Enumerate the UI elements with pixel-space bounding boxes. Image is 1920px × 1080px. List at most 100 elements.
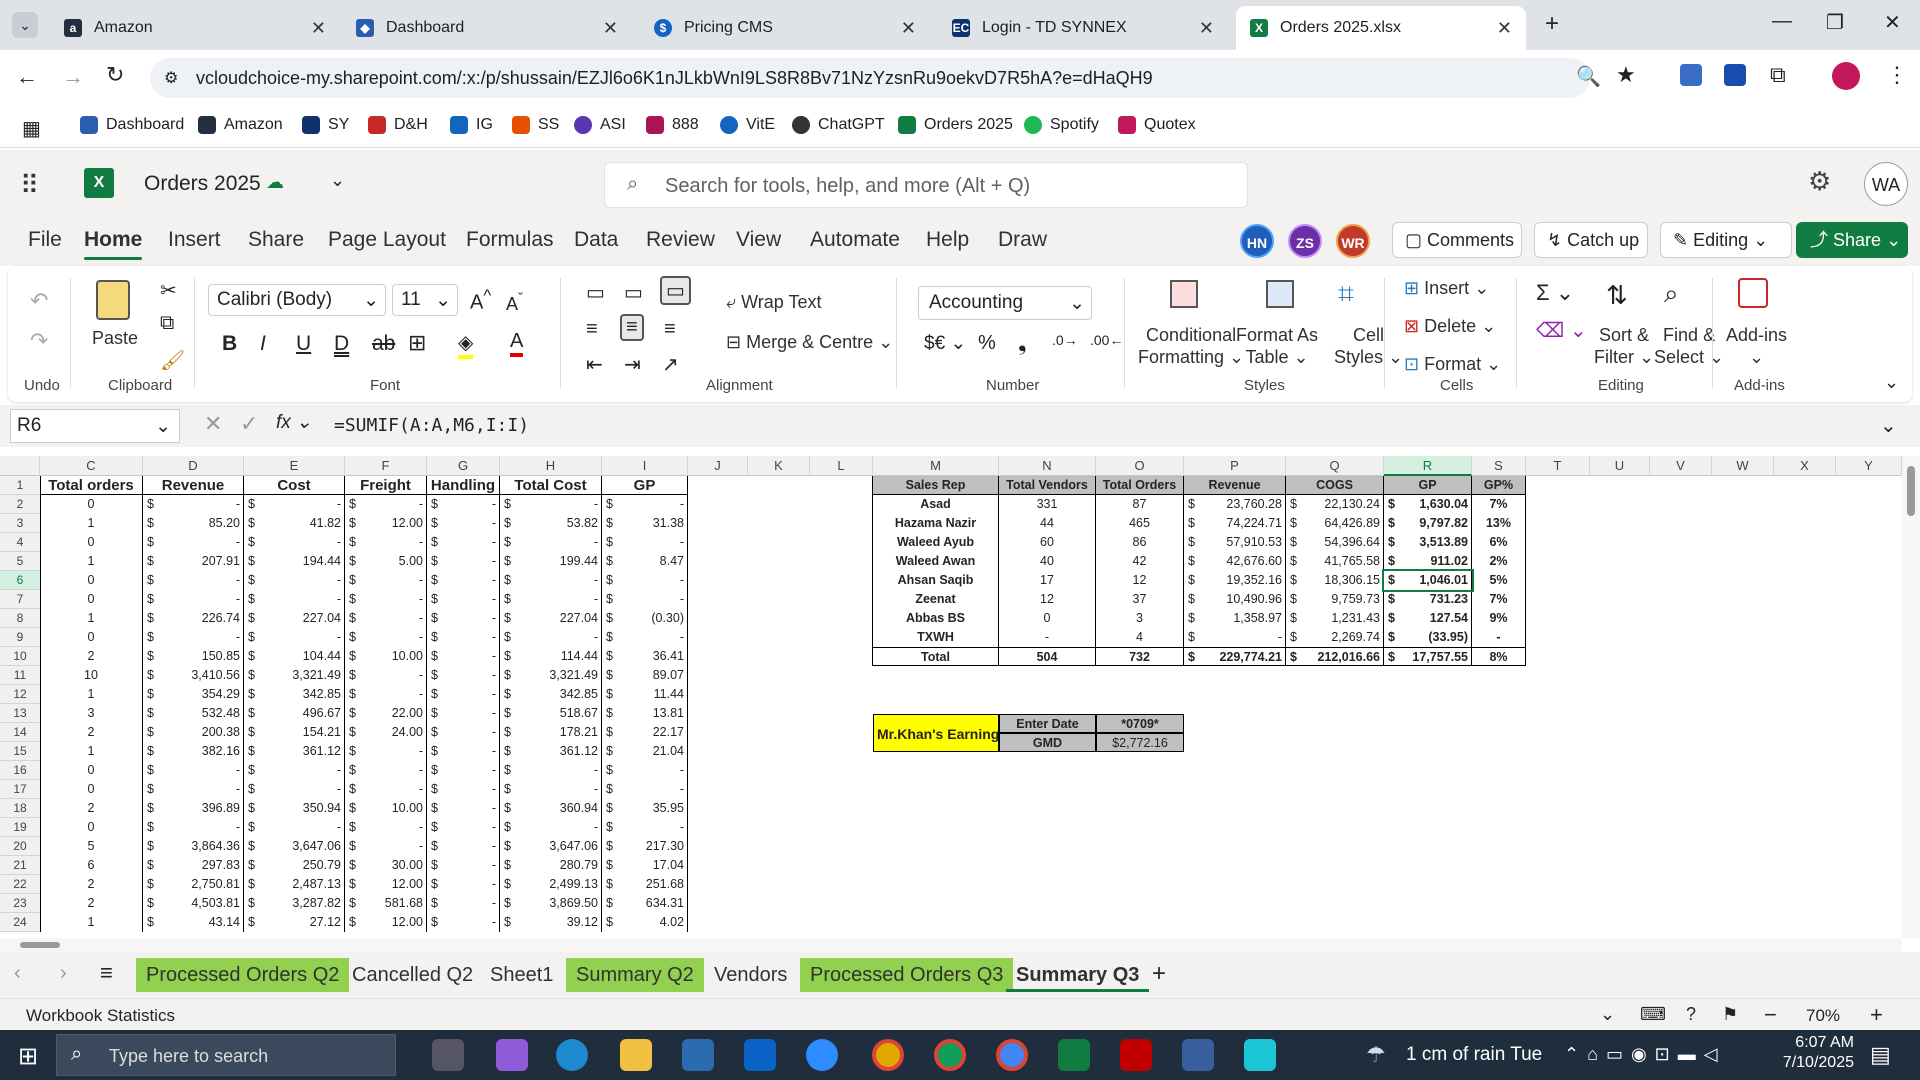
edge-icon[interactable] (556, 1039, 588, 1071)
summary-cell[interactable]: 1,046.01 $ (1382, 569, 1474, 592)
orders-cell[interactable]: - $ (244, 818, 345, 837)
orders-cell[interactable]: 360.94 $ (500, 799, 602, 818)
row-header-15[interactable]: 15 (0, 742, 40, 761)
cut-icon[interactable]: ✂ (160, 278, 177, 303)
align-center-icon[interactable]: ≡ (620, 314, 644, 341)
summary-header-cell[interactable]: GP% (1472, 476, 1526, 495)
row-header-4[interactable]: 4 (0, 533, 40, 552)
orders-cell[interactable]: 1 (40, 552, 143, 571)
orders-cell[interactable]: 150.85 $ (143, 647, 244, 666)
orders-cell[interactable]: 361.12 $ (244, 742, 345, 761)
paste-button[interactable]: Paste (92, 328, 138, 349)
fill-color-icon[interactable]: ◈ (458, 330, 474, 359)
summary-cell[interactable]: 731.23 $ (1384, 590, 1472, 609)
orders-cell[interactable]: 3,410.56 $ (143, 666, 244, 685)
orders-cell[interactable]: - $ (427, 590, 500, 609)
close-icon[interactable]: ✕ (603, 18, 618, 39)
outlook-icon[interactable] (744, 1039, 776, 1071)
orders-cell[interactable]: - $ (427, 761, 500, 780)
settings-gear-icon[interactable]: ⚙ (1808, 166, 1831, 197)
account-avatar[interactable]: WA (1864, 162, 1908, 206)
summary-cell[interactable]: 12 (999, 590, 1096, 609)
orders-cell[interactable]: 207.91 $ (143, 552, 244, 571)
orders-cell[interactable]: 280.79 $ (500, 856, 602, 875)
orders-cell[interactable]: - $ (602, 761, 688, 780)
bookmark-dashboard[interactable]: Dashboard (80, 116, 184, 134)
summary-cell[interactable]: 2,269.74 $ (1286, 628, 1384, 647)
font-color-icon[interactable]: A (510, 330, 524, 357)
summary-cell[interactable]: 229,774.21 $ (1184, 647, 1286, 666)
sort-filter-button[interactable]: Sort & Filter ⌄ (1594, 324, 1654, 368)
summary-cell[interactable]: 3,513.89 $ (1384, 533, 1472, 552)
number-format-select[interactable]: Accounting ⌄ (918, 286, 1092, 320)
row-header-20[interactable]: 20 (0, 837, 40, 856)
orders-cell[interactable]: - $ (602, 818, 688, 837)
orders-cell[interactable]: - $ (143, 590, 244, 609)
bookmark-dh[interactable]: D&H (368, 116, 428, 134)
cell-styles-button[interactable]: Cell Styles ⌄ (1334, 324, 1403, 368)
column-header-R[interactable]: R (1384, 456, 1472, 476)
row-header-19[interactable]: 19 (0, 818, 40, 837)
summary-cell[interactable]: - $ (1184, 628, 1286, 647)
summary-cell[interactable]: 127.54 $ (1384, 609, 1472, 628)
column-header-I[interactable]: I (602, 456, 688, 476)
enter-date-value[interactable]: *0709* (1096, 714, 1184, 733)
close-icon[interactable]: ✕ (1199, 18, 1214, 39)
zoom-in-icon[interactable]: + (1870, 1002, 1883, 1028)
orders-cell[interactable]: - $ (143, 495, 244, 514)
orders-cell[interactable]: 10.00 $ (345, 799, 427, 818)
row-header-16[interactable]: 16 (0, 761, 40, 780)
orders-cell[interactable]: - $ (427, 552, 500, 571)
orders-cell[interactable]: - $ (143, 533, 244, 552)
bookmark-amazon[interactable]: Amazon (198, 116, 283, 134)
orders-cell[interactable]: 227.04 $ (244, 609, 345, 628)
menu-home[interactable]: Home (84, 228, 143, 260)
orders-cell[interactable]: 8.47 $ (602, 552, 688, 571)
column-header-V[interactable]: V (1650, 456, 1712, 476)
orders-cell[interactable]: - $ (427, 685, 500, 704)
orders-cell[interactable]: 0 (40, 533, 143, 552)
search-box[interactable]: ⌕ Search for tools, help, and more (Alt … (604, 162, 1248, 208)
summary-cell[interactable]: 9,759.73 $ (1286, 590, 1384, 609)
gmd-value[interactable]: $2,772.16 (1096, 733, 1184, 752)
orders-cell[interactable]: - $ (244, 628, 345, 647)
column-header-T[interactable]: T (1526, 456, 1590, 476)
orders-cell[interactable]: 4.02 $ (602, 913, 688, 932)
summary-cell[interactable]: TXWH (873, 628, 999, 647)
summary-cell[interactable]: 18,306.15 $ (1286, 571, 1384, 590)
summary-cell[interactable]: Total (873, 647, 999, 666)
summary-cell[interactable]: 911.02 $ (1384, 552, 1472, 571)
scrollbar-thumb[interactable] (1907, 466, 1915, 516)
orders-cell[interactable]: 17.04 $ (602, 856, 688, 875)
orders-cell[interactable]: - $ (427, 799, 500, 818)
summary-cell[interactable]: 3 (1096, 609, 1184, 628)
menu-share[interactable]: Share (248, 228, 304, 252)
orders-cell[interactable]: - $ (427, 495, 500, 514)
summary-cell[interactable]: 10,490.96 $ (1184, 590, 1286, 609)
summary-cell[interactable]: 86 (1096, 533, 1184, 552)
orders-cell[interactable]: - $ (427, 894, 500, 913)
paste-icon[interactable] (96, 280, 130, 320)
orders-cell[interactable]: 342.85 $ (244, 685, 345, 704)
align-bottom-icon[interactable]: ▭ (660, 276, 691, 305)
orders-cell[interactable]: 12.00 $ (345, 913, 427, 932)
zoom-icon[interactable]: 🔍 (1576, 64, 1601, 89)
title-chevron-icon[interactable]: ⌄ (330, 170, 345, 191)
orders-cell[interactable]: - $ (244, 590, 345, 609)
currency-icon[interactable]: $€ ⌄ (924, 332, 966, 355)
align-right-icon[interactable]: ≡ (664, 318, 676, 341)
summary-cell[interactable]: 40 (999, 552, 1096, 571)
summary-cell[interactable]: 23,760.28 $ (1184, 495, 1286, 514)
document-title[interactable]: Orders 2025 (144, 172, 261, 196)
apps-grid-icon[interactable]: ▦ (22, 116, 41, 141)
row-header-10[interactable]: 10 (0, 647, 40, 666)
increase-font-icon[interactable]: A^ (470, 286, 491, 315)
orders-cell[interactable]: - $ (500, 495, 602, 514)
insert-function-icon[interactable]: fx ⌄ (276, 411, 312, 434)
summary-cell[interactable]: 22,130.24 $ (1286, 495, 1384, 514)
extension-icon[interactable] (1680, 64, 1702, 86)
orders-cell[interactable]: - $ (500, 590, 602, 609)
orders-cell[interactable]: 3,864.36 $ (143, 837, 244, 856)
orders-cell[interactable]: 114.44 $ (500, 647, 602, 666)
orders-cell[interactable]: 199.44 $ (500, 552, 602, 571)
